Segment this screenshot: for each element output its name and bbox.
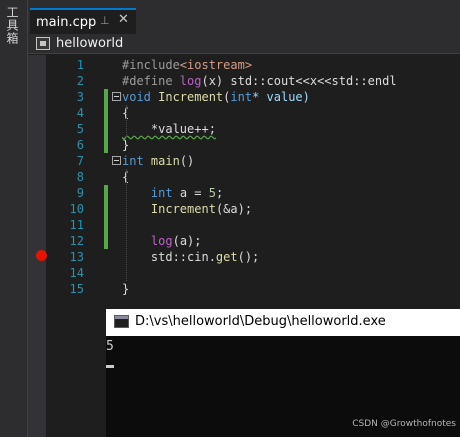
code-line[interactable]: 10 Increment(&a);	[28, 201, 460, 217]
code-text: void Increment(int* value)	[122, 90, 310, 104]
line-number: 2	[76, 74, 84, 88]
line-number: 6	[76, 138, 84, 152]
code-text: }	[122, 138, 130, 152]
toolbox-label[interactable]: 工具箱	[4, 6, 21, 45]
line-number: 9	[76, 186, 84, 200]
code-text: *value++;	[122, 122, 216, 136]
collapse-icon[interactable]	[112, 92, 121, 101]
collapse-icon[interactable]	[112, 156, 121, 165]
line-number: 4	[76, 106, 84, 120]
console-window[interactable]: D:\vs\helloworld\Debug\helloworld.exe 5 …	[106, 309, 460, 437]
code-text: }	[122, 282, 130, 296]
change-indicator	[104, 121, 108, 137]
code-text: int main()	[122, 154, 195, 168]
console-cursor	[106, 365, 114, 368]
line-number: 5	[76, 122, 84, 136]
indent-guide	[126, 169, 127, 281]
console-title: D:\vs\helloworld\Debug\helloworld.exe	[135, 314, 386, 329]
code-line[interactable]: 1 #include<iostream>	[28, 57, 460, 73]
line-number: 8	[76, 170, 84, 184]
watermark: CSDN @Growthofnotes	[352, 419, 456, 429]
project-icon	[36, 37, 50, 50]
code-line[interactable]: 3 void Increment(int* value)	[28, 89, 460, 105]
tab-main-cpp[interactable]: main.cpp ⊥ ✕	[30, 8, 136, 34]
code-line[interactable]: 14	[28, 265, 460, 281]
console-app-icon	[114, 315, 129, 328]
code-line[interactable]: 4{	[28, 105, 460, 121]
code-line[interactable]: 13 std::cin.get();	[28, 249, 460, 265]
console-titlebar[interactable]: D:\vs\helloworld\Debug\helloworld.exe	[106, 309, 460, 336]
line-number: 3	[76, 90, 84, 104]
line-number: 1	[76, 58, 84, 72]
code-text: log(a);	[150, 234, 202, 248]
line-number: 11	[69, 218, 84, 232]
code-line[interactable]: 6}	[28, 137, 460, 153]
change-indicator	[104, 105, 108, 121]
code-line[interactable]: 11	[28, 217, 460, 233]
line-number: 10	[69, 202, 84, 216]
console-output: 5	[106, 339, 114, 354]
code-line[interactable]: 15}	[28, 281, 460, 297]
change-indicator	[104, 217, 108, 233]
pin-icon[interactable]: ⊥	[100, 14, 110, 27]
change-indicator	[104, 137, 108, 153]
line-number: 12	[69, 234, 84, 248]
change-indicator	[104, 89, 108, 105]
line-number: 13	[69, 250, 84, 264]
line-number: 15	[69, 282, 84, 296]
line-number: 7	[76, 154, 84, 168]
close-icon[interactable]: ✕	[118, 12, 129, 27]
code-text: #define log(x) std::cout<<x<<std::endl	[122, 74, 397, 88]
change-indicator	[104, 201, 108, 217]
code-line[interactable]: 2 #define log(x) std::cout<<x<<std::endl	[28, 73, 460, 89]
code-line[interactable]: 8{	[28, 169, 460, 185]
project-selector[interactable]: helloworld	[56, 36, 123, 51]
change-indicator	[104, 233, 108, 249]
tab-bar: main.cpp ⊥ ✕	[28, 0, 460, 34]
indent-guide	[126, 105, 127, 137]
line-number: 14	[69, 266, 84, 280]
toolbox-strip[interactable]: 工具箱	[0, 0, 28, 437]
code-line[interactable]: 9 int a = 5;	[28, 185, 460, 201]
code-line[interactable]: 7 int main()	[28, 153, 460, 169]
code-text: std::cin.get();	[122, 250, 260, 264]
code-text: #include<iostream>	[122, 58, 253, 72]
code-text: Increment(&a);	[150, 202, 253, 216]
change-indicator	[104, 185, 108, 201]
code-line[interactable]: 12 log(a);	[28, 233, 460, 249]
code-text: int a = 5;	[150, 186, 224, 200]
code-line[interactable]: 5 *value++;	[28, 121, 460, 137]
tab-title: main.cpp	[36, 14, 97, 30]
navigation-bar[interactable]: helloworld	[28, 34, 460, 54]
